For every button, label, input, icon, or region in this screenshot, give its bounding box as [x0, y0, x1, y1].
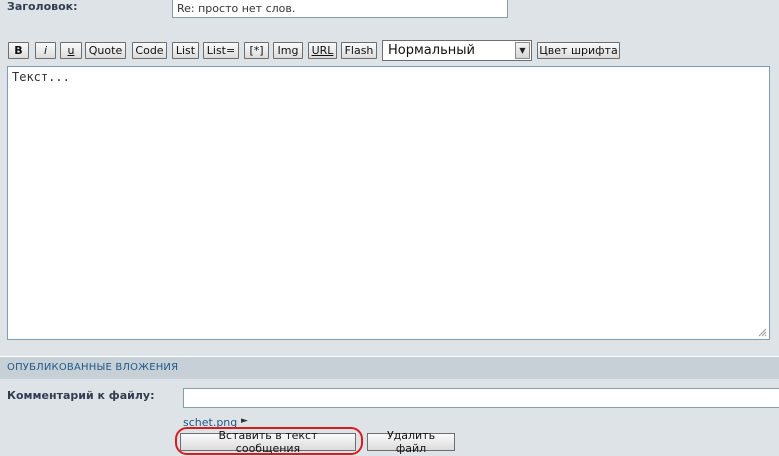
chevron-down-icon[interactable]: ▼ — [515, 42, 530, 59]
quote-button[interactable]: Quote — [85, 42, 126, 59]
url-button[interactable]: URL — [308, 42, 337, 59]
subject-label: Заголовок: — [7, 0, 78, 13]
subject-input[interactable] — [172, 0, 508, 18]
message-text: Текст... — [12, 70, 70, 84]
list-item-button[interactable]: [*] — [244, 42, 269, 59]
file-comment-label: Комментарий к файлу: — [7, 389, 155, 402]
flash-button[interactable]: Flash — [341, 42, 377, 59]
code-button[interactable]: Code — [132, 42, 167, 59]
resize-grip-icon[interactable] — [757, 327, 767, 337]
font-color-button[interactable]: Цвет шрифта — [537, 42, 620, 59]
attachments-panel: Комментарий к файлу: schet.png ► Вставит… — [0, 379, 779, 456]
font-size-value: Нормальный — [388, 43, 475, 58]
font-size-select[interactable]: Нормальный ▼ — [382, 40, 532, 61]
message-textarea[interactable]: Текст... — [7, 66, 770, 340]
attachments-header: ОПУБЛИКОВАННЫЕ ВЛОЖЕНИЯ — [0, 356, 779, 379]
underline-button[interactable]: u — [60, 42, 82, 59]
list-ordered-button[interactable]: List= — [203, 42, 239, 59]
arrow-right-icon: ► — [241, 416, 248, 426]
bold-button[interactable]: B — [8, 42, 29, 59]
file-comment-input[interactable] — [183, 388, 779, 408]
attachments-title: ОПУБЛИКОВАННЫЕ ВЛОЖЕНИЯ — [7, 362, 179, 373]
delete-file-button[interactable]: Удалить файл — [367, 429, 455, 455]
img-button[interactable]: Img — [273, 42, 303, 59]
insert-into-message-button[interactable]: Вставить в текст сообщения — [180, 429, 356, 455]
list-button[interactable]: List — [172, 42, 199, 59]
italic-button[interactable]: i — [35, 42, 56, 59]
